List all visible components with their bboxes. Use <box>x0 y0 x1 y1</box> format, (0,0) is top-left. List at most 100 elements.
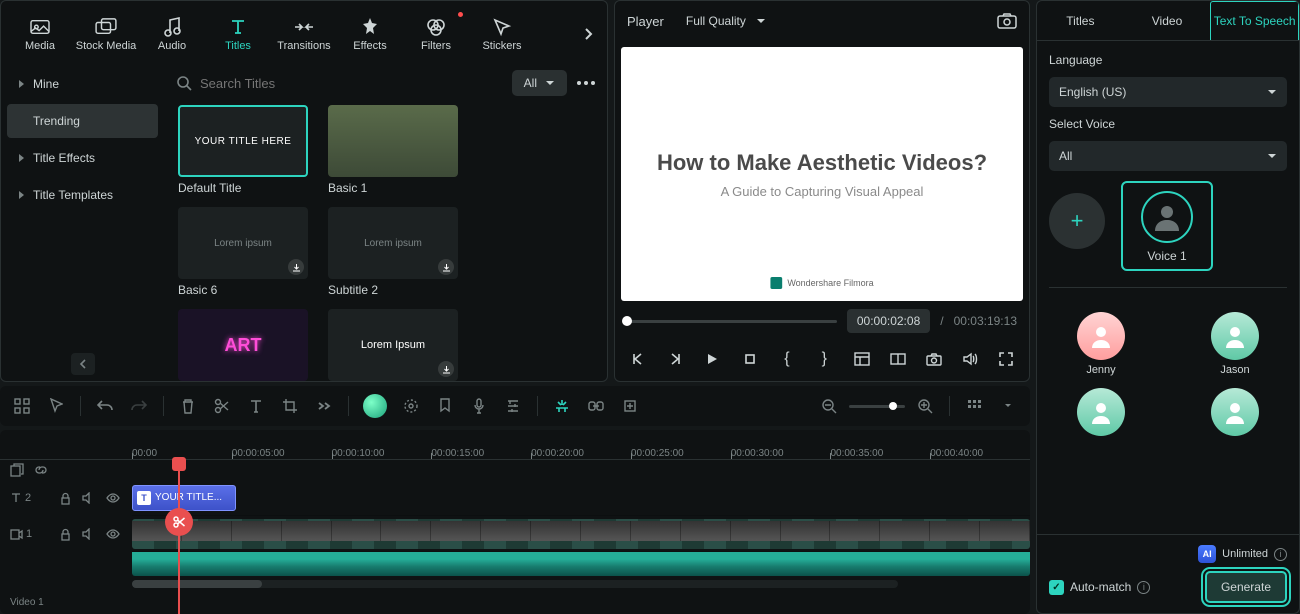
zoom-knob[interactable] <box>889 402 897 410</box>
mute-icon[interactable] <box>82 528 96 540</box>
tab-media[interactable]: Media <box>7 14 73 54</box>
fullscreen-button[interactable] <box>997 350 1015 368</box>
mark-out-button[interactable]: } <box>816 350 833 368</box>
voice-jenny[interactable]: Jenny <box>1077 312 1125 376</box>
text-track-row[interactable]: T YOUR TITLE... <box>132 480 1030 516</box>
visibility-icon[interactable] <box>106 529 120 539</box>
undo-button[interactable] <box>95 396 115 416</box>
filter-dropdown[interactable]: All <box>512 70 567 96</box>
tab-titles-props[interactable]: Titles <box>1037 1 1124 40</box>
info-icon[interactable]: i <box>1137 581 1150 594</box>
sidebar-collapse-button[interactable] <box>71 353 95 375</box>
timeline-scrollbar[interactable] <box>132 580 898 588</box>
text-tool[interactable] <box>246 396 266 416</box>
view-dropdown[interactable] <box>998 396 1018 416</box>
mic-button[interactable] <box>469 396 489 416</box>
speed-button[interactable] <box>401 396 421 416</box>
automatch-checkbox[interactable]: ✓ Auto-match i <box>1049 580 1150 595</box>
more-options-button[interactable] <box>577 81 595 85</box>
tab-video-props[interactable]: Video <box>1124 1 1211 40</box>
audio-waveform[interactable] <box>132 552 1030 576</box>
quality-dropdown[interactable]: Full Quality <box>676 10 776 32</box>
compare-button[interactable] <box>889 350 907 368</box>
sidebar-item-trending[interactable]: Trending <box>7 104 158 138</box>
tab-titles[interactable]: Titles <box>205 14 271 54</box>
tab-effects[interactable]: Effects <box>337 14 403 54</box>
search-input[interactable] <box>200 76 400 91</box>
thumb-subtitle2[interactable]: Lorem ipsum Subtitle 2 <box>328 207 458 297</box>
link-button[interactable] <box>586 396 606 416</box>
add-voice-button[interactable]: + <box>1049 193 1105 249</box>
crop-tool[interactable] <box>280 396 300 416</box>
camera-button[interactable] <box>925 350 943 368</box>
tab-transitions[interactable]: Transitions <box>271 14 337 54</box>
video-track-row[interactable] <box>132 516 1030 552</box>
title-clip[interactable]: T YOUR TITLE... <box>132 485 236 511</box>
visibility-icon[interactable] <box>106 493 120 503</box>
search-field[interactable] <box>176 75 400 91</box>
lock-icon[interactable] <box>59 492 72 505</box>
scrub-thumb[interactable] <box>622 316 632 326</box>
redo-button[interactable] <box>129 396 149 416</box>
download-icon[interactable] <box>288 259 304 275</box>
video-clip[interactable] <box>132 519 1030 549</box>
magnet-button[interactable] <box>552 396 572 416</box>
player-preview[interactable]: How to Make Aesthetic Videos? A Guide to… <box>621 47 1023 301</box>
split-button[interactable] <box>212 396 232 416</box>
tab-audio[interactable]: Audio <box>139 14 205 54</box>
marker-button[interactable] <box>435 396 455 416</box>
thumb-default-title[interactable]: YOUR TITLE HERE Default Title <box>178 105 308 195</box>
mark-in-button[interactable]: { <box>778 350 795 368</box>
copy-icon[interactable] <box>10 463 24 477</box>
tab-filters[interactable]: Filters <box>403 14 469 54</box>
stop-button[interactable] <box>741 350 758 368</box>
voice-jason[interactable]: Jason <box>1211 312 1259 376</box>
play-button[interactable] <box>704 350 721 368</box>
download-icon[interactable] <box>438 361 454 377</box>
split-indicator-icon[interactable] <box>165 508 193 536</box>
more-tools[interactable] <box>314 396 334 416</box>
snapshot-button[interactable] <box>997 13 1017 29</box>
lock-icon[interactable] <box>59 528 72 541</box>
thumb-basic6[interactable]: Lorem ipsum Basic 6 <box>178 207 308 297</box>
tab-tts[interactable]: Text To Speech <box>1210 1 1299 40</box>
next-frame-button[interactable] <box>666 350 683 368</box>
voice-option[interactable] <box>1077 388 1125 436</box>
view-grid-button[interactable] <box>964 396 984 416</box>
tab-stickers[interactable]: Stickers <box>469 14 535 54</box>
scrub-track[interactable] <box>627 320 837 323</box>
thumb-art[interactable]: ART <box>178 309 308 381</box>
tab-stock-media[interactable]: Stock Media <box>73 14 139 54</box>
sidebar-item-mine[interactable]: Mine <box>7 67 158 101</box>
mute-icon[interactable] <box>82 492 96 504</box>
voice-card-selected[interactable]: Voice 1 <box>1121 181 1213 271</box>
sidebar-item-title-templates[interactable]: Title Templates <box>7 178 158 212</box>
time-ruler[interactable]: 00:00 00:00:05:00 00:00:10:00 00:00:15:0… <box>0 430 1030 460</box>
generate-button[interactable]: Generate <box>1205 571 1287 603</box>
playhead-handle[interactable] <box>172 457 186 471</box>
cursor-tool[interactable] <box>46 396 66 416</box>
keyframe-button[interactable] <box>620 396 640 416</box>
zoom-out-button[interactable] <box>819 396 839 416</box>
info-icon[interactable]: i <box>1274 548 1287 561</box>
playhead[interactable] <box>178 460 180 614</box>
ai-tools-button[interactable] <box>363 394 387 418</box>
zoom-in-button[interactable] <box>915 396 935 416</box>
layout-button[interactable] <box>853 350 871 368</box>
tabs-overflow-button[interactable] <box>575 19 601 49</box>
voice-filter-select[interactable]: All <box>1049 141 1287 171</box>
delete-button[interactable] <box>178 396 198 416</box>
sidebar-item-title-effects[interactable]: Title Effects <box>7 141 158 175</box>
voice-option[interactable] <box>1211 388 1259 436</box>
download-icon[interactable] <box>438 259 454 275</box>
zoom-slider[interactable] <box>849 405 905 408</box>
scrollbar-thumb[interactable] <box>132 580 262 588</box>
thumb-basic1[interactable]: Basic 1 <box>328 105 458 195</box>
language-select[interactable]: English (US) <box>1049 77 1287 107</box>
link-icon[interactable] <box>34 463 48 477</box>
audio-mixer-button[interactable] <box>503 396 523 416</box>
prev-frame-button[interactable] <box>629 350 646 368</box>
thumb-lorem[interactable]: Lorem Ipsum <box>328 309 458 381</box>
volume-button[interactable] <box>961 350 979 368</box>
add-track-button[interactable] <box>12 396 32 416</box>
